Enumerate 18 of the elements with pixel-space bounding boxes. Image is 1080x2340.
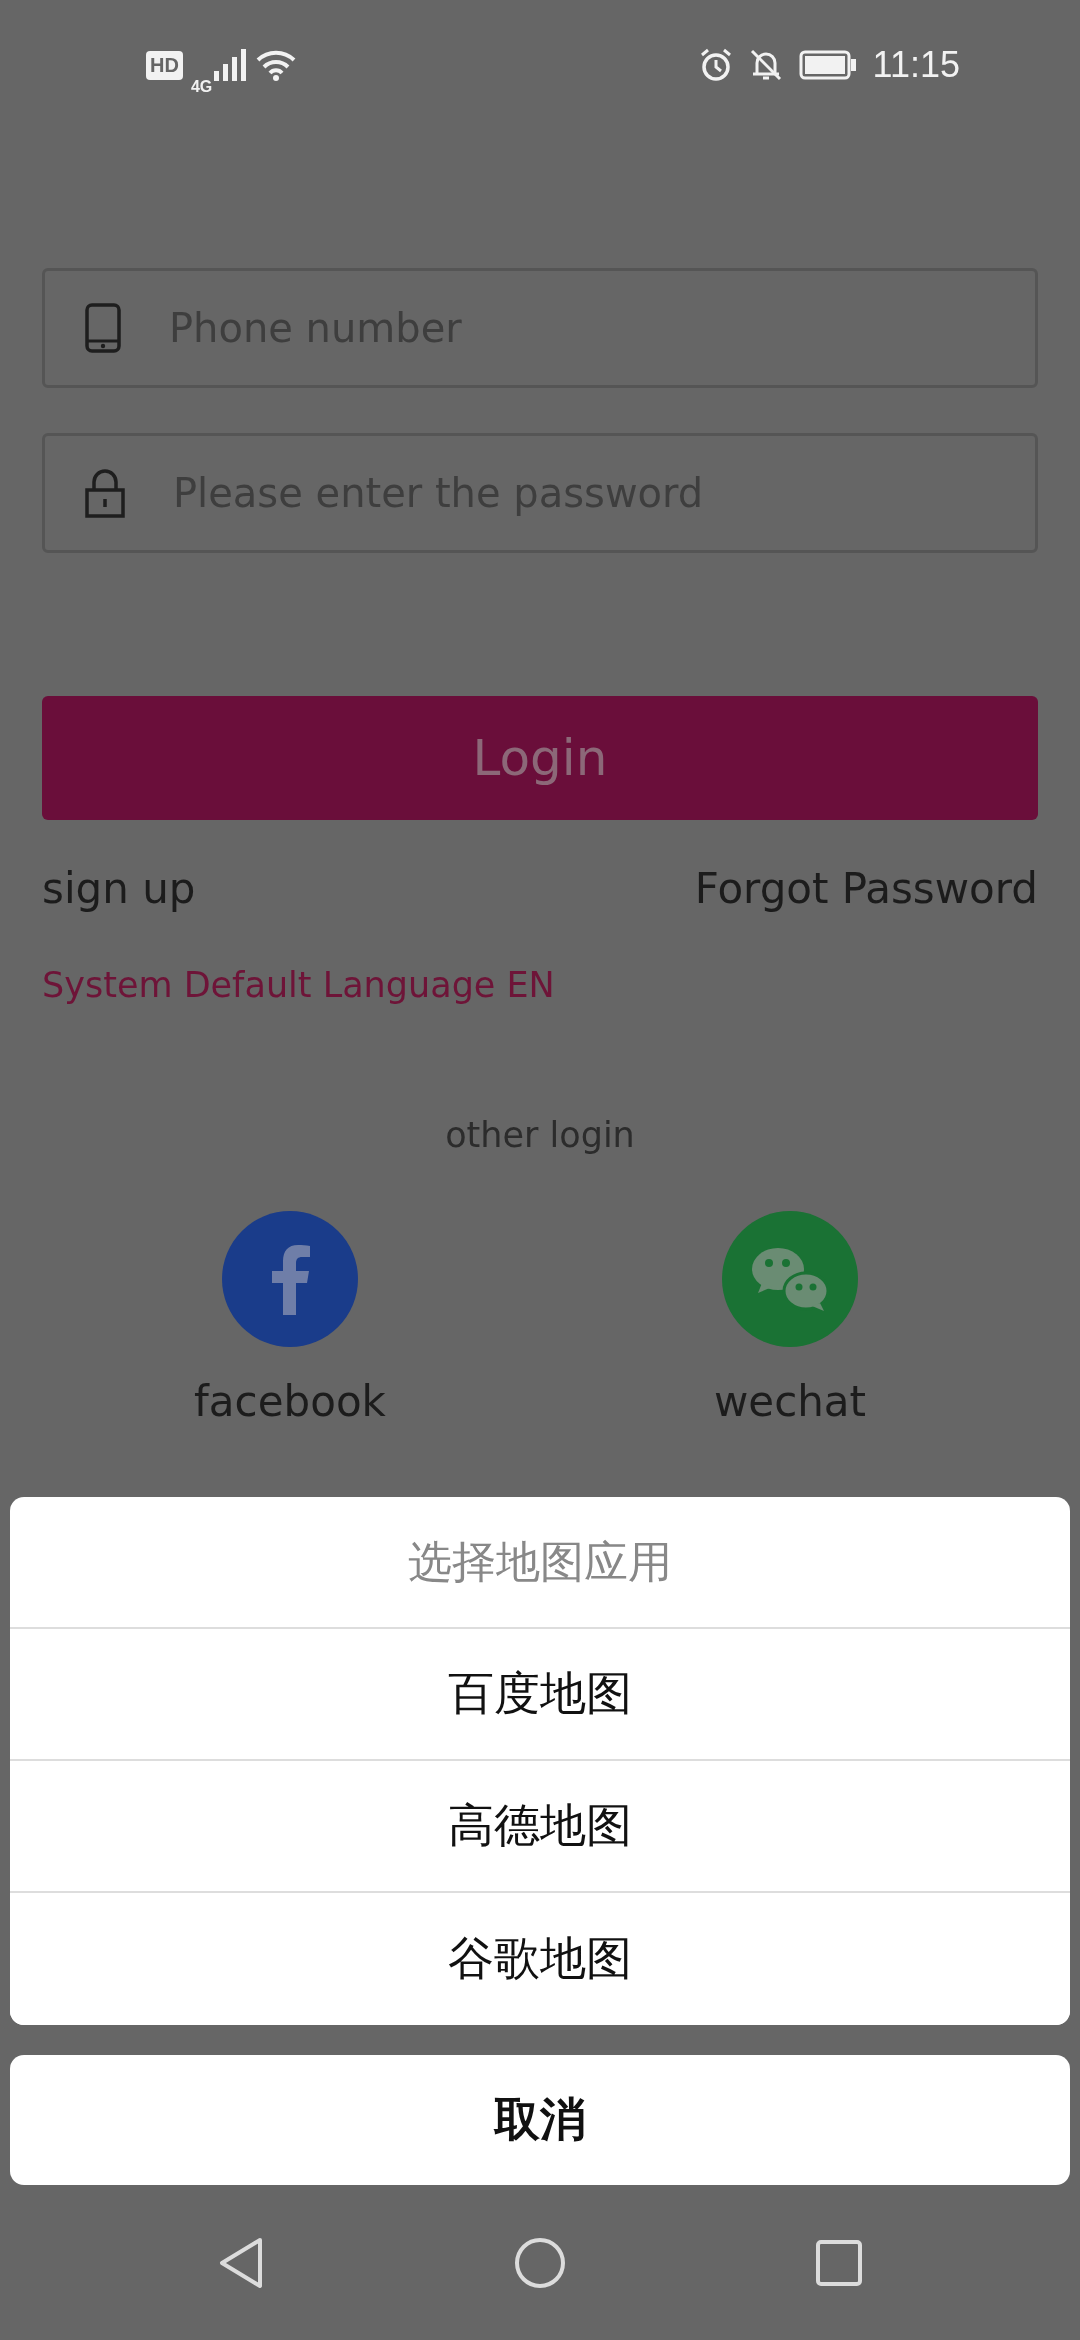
battery-icon (798, 50, 857, 80)
other-login-title: other login (445, 1115, 635, 1155)
signal-icon (214, 49, 249, 81)
network-type: 4G (190, 78, 213, 96)
recents-icon[interactable] (816, 2239, 862, 2286)
provider-label: facebook (194, 1377, 386, 1426)
home-icon[interactable] (514, 2236, 566, 2289)
back-icon[interactable] (218, 2236, 264, 2289)
hd-badge: HD (146, 50, 183, 80)
alarm-icon (698, 48, 733, 82)
provider-label: wechat (713, 1377, 867, 1426)
phone-icon (85, 303, 121, 353)
bell-off-icon (748, 48, 783, 82)
lock-icon (85, 468, 125, 518)
clock-time: 11:15 (872, 44, 960, 86)
cancel-button[interactable]: 取消 (10, 2055, 1070, 2185)
wifi-icon (256, 49, 297, 81)
facebook-icon[interactable] (222, 1211, 358, 1347)
